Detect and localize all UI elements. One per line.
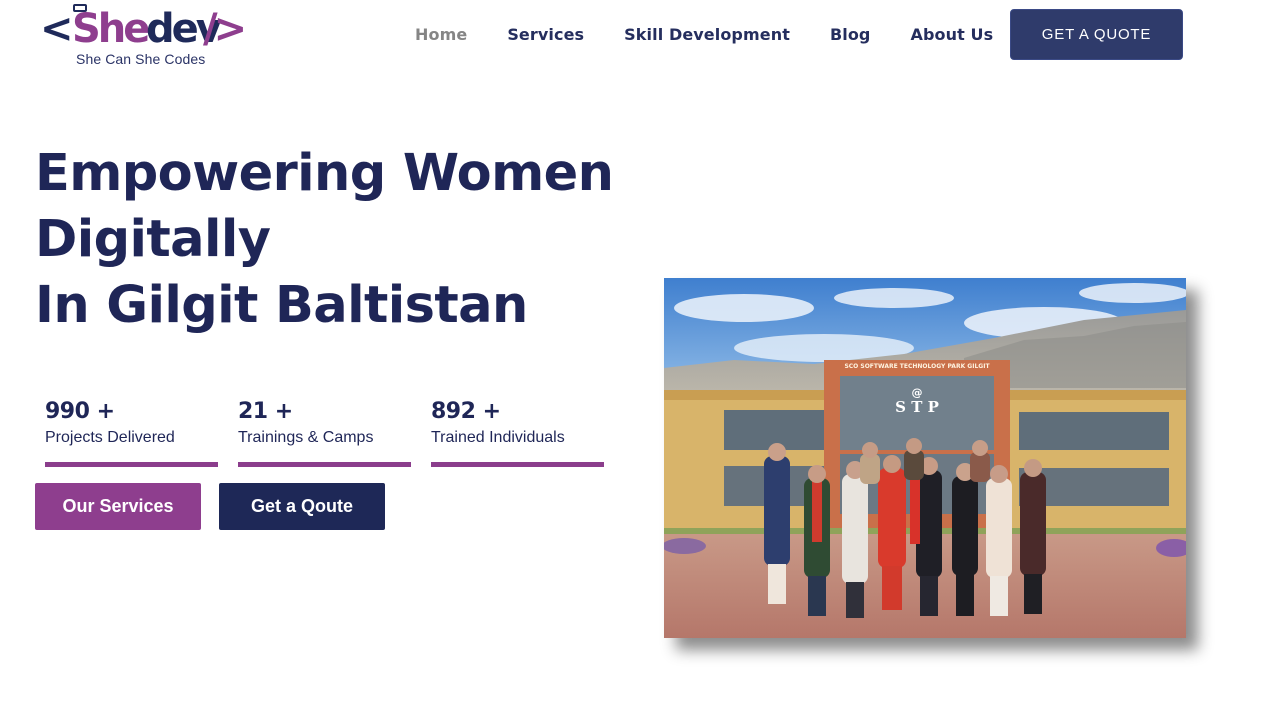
stat-progress-bar [238,462,411,467]
photo-sign-top: SCO SOFTWARE TECHNOLOGY PARK GILGIT [844,363,990,370]
our-services-button[interactable]: Our Services [35,483,201,530]
stat-progress-bar [431,462,604,467]
main-navigation: Home Services Skill Development Blog Abo… [415,22,1033,46]
stat-progress-fill [45,462,218,467]
hero-get-quote-button[interactable]: Get a Qoute [219,483,385,530]
logo-tagline: She Can She Codes [76,51,206,67]
logo-she: She [72,6,149,52]
hero-photo: SCO SOFTWARE TECHNOLOGY PARK GILGIT @ S … [664,278,1186,638]
stat-trained: 892 + Trained Individuals [431,396,604,468]
stat-label: Trained Individuals [431,429,565,446]
stat-progress-fill [238,462,411,467]
stat-value: 21 + [238,399,293,424]
site-logo[interactable]: < She dev /> She Can She Codes [40,2,250,68]
logo-bracket-close: /> [203,6,244,52]
stat-value: 990 + [45,399,115,424]
stat-label: Projects Delivered [45,429,175,446]
photo-sign-stp: S T P [895,398,939,416]
hero-title-line1: Empowering Women Digitally [35,144,614,269]
shedev-logo-mark: < She dev /> [40,4,248,52]
stat-projects: 990 + Projects Delivered [45,396,218,468]
nav-skill-development[interactable]: Skill Development [624,25,790,44]
hero-title-line2: In Gilgit Baltistan [35,276,528,335]
stp-group-photo: SCO SOFTWARE TECHNOLOGY PARK GILGIT @ S … [664,278,1186,638]
nav-services[interactable]: Services [507,25,584,44]
nav-about-us[interactable]: About Us [910,25,993,44]
nav-blog[interactable]: Blog [830,25,871,44]
logo-bracket-open: < [40,6,74,52]
stat-progress-bar [45,462,218,467]
stats-row: 990 + Projects Delivered 21 + Trainings … [45,396,624,468]
nav-home[interactable]: Home [415,25,467,44]
stat-label: Trainings & Camps [238,429,374,446]
stat-value: 892 + [431,399,501,424]
get-a-quote-button[interactable]: GET A QUOTE [1010,9,1183,60]
stat-trainings: 21 + Trainings & Camps [238,396,411,468]
stat-progress-fill [431,462,604,467]
